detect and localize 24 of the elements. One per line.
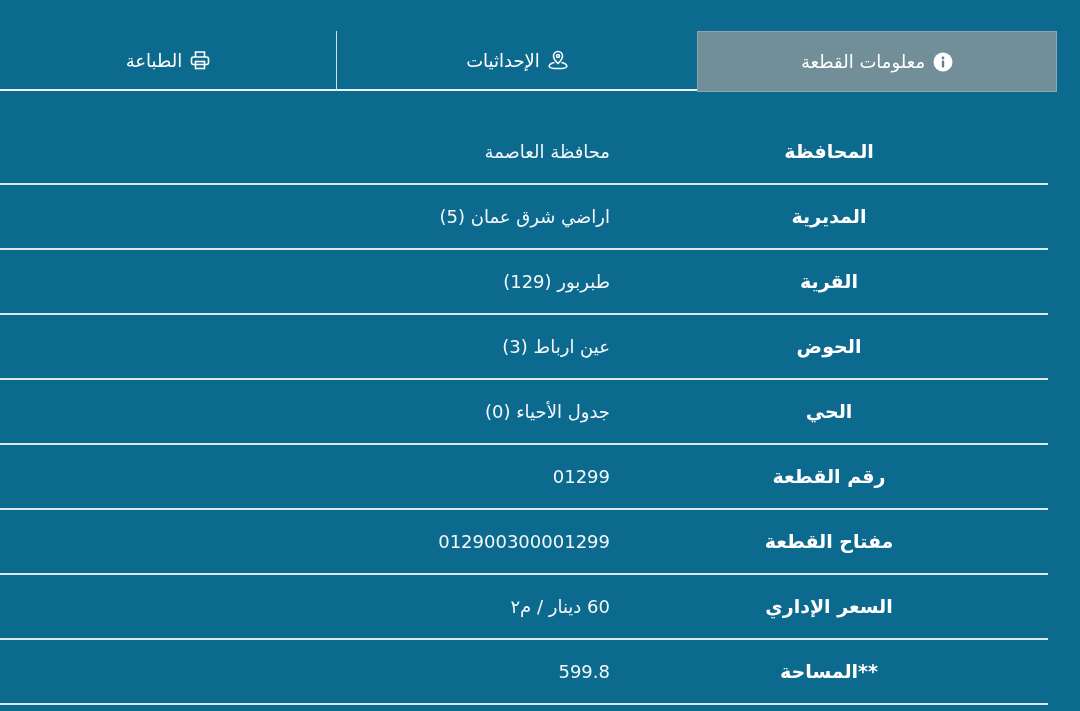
field-value: 01299: [552, 465, 610, 489]
tab[interactable]: الإحداثيات: [336, 31, 697, 91]
field-value: طبربور (129): [503, 270, 610, 295]
field-label: السعر الإداري: [765, 594, 893, 621]
field-label: القرية: [800, 269, 858, 295]
tab[interactable]: الطباعة: [0, 31, 336, 91]
field-value: 60 دينار / م٢: [510, 595, 610, 619]
field-label: **المساحة: [780, 659, 878, 685]
field-value: 012900300001299: [438, 530, 610, 554]
field-label: المحافظة: [784, 139, 874, 165]
info-icon: [933, 51, 954, 72]
field-value: محافظة العاصمة: [484, 140, 610, 164]
field-value: 599.8: [558, 660, 610, 684]
field-label: رقم القطعة: [772, 464, 886, 490]
field-value: عين ارباط (3): [502, 335, 610, 360]
location-pin-icon: [547, 50, 568, 70]
field-label: مفتاح القطعة: [764, 529, 894, 555]
printer-icon: [190, 50, 211, 70]
field-value: اراضي شرق عمان (5): [439, 205, 610, 230]
field-label: الحوض: [796, 334, 862, 360]
tab[interactable]: معلومات القطعة: [697, 31, 1057, 92]
field-label: الحي: [805, 399, 853, 425]
field-value: جدول الأحياء (0): [484, 400, 610, 425]
field-label: المديرية: [791, 204, 867, 230]
